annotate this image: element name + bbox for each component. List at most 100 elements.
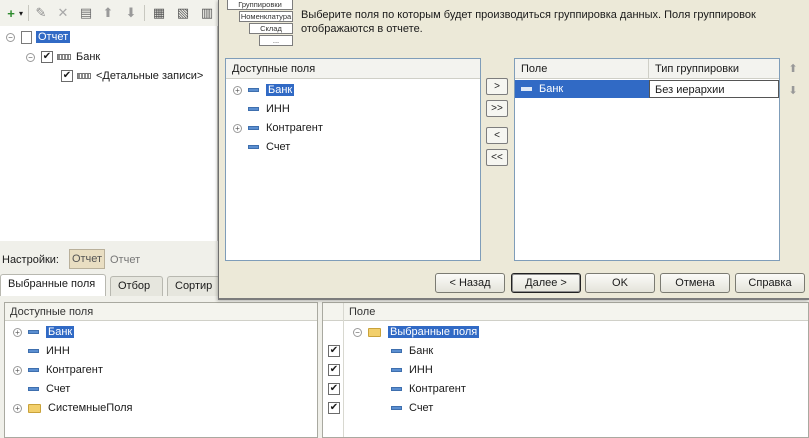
available-fields-panel: Доступные поля + Банк ИНН + Контрагент С… bbox=[4, 302, 318, 438]
folder-icon bbox=[28, 403, 41, 413]
table-row[interactable]: ✔ Счет bbox=[328, 399, 808, 417]
expand-icon[interactable]: + bbox=[233, 123, 242, 133]
collapse-icon[interactable]: − bbox=[6, 32, 15, 42]
field-checkbox[interactable]: ✔ bbox=[328, 383, 340, 395]
expand-icon[interactable]: + bbox=[233, 85, 242, 95]
field-icon bbox=[521, 87, 532, 91]
list-item[interactable]: + СистемныеПоля bbox=[13, 399, 132, 417]
field-icon bbox=[28, 368, 39, 372]
field-label: ИНН bbox=[46, 345, 70, 357]
remove-all-fields-button[interactable]: << bbox=[486, 149, 508, 166]
field-icon bbox=[248, 107, 259, 111]
field-label: ИНН bbox=[266, 103, 290, 115]
illustration-level1: Номенклатура bbox=[239, 11, 293, 22]
tree-node-label: Банк bbox=[76, 51, 101, 63]
tree-node-label: Отчет bbox=[36, 31, 71, 43]
grouping-field-cell[interactable]: Банк bbox=[515, 80, 649, 98]
field-label: СистемныеПоля bbox=[48, 402, 133, 414]
settings-report-button[interactable]: Отчет bbox=[69, 249, 105, 269]
delete-icon[interactable]: ✕ bbox=[54, 4, 72, 22]
list-item[interactable]: + Банк bbox=[13, 323, 75, 341]
field-label: Счет bbox=[409, 402, 434, 414]
field-label: ИНН bbox=[409, 364, 433, 376]
tree-node-detail[interactable]: ✔ <Детальные записи> bbox=[61, 67, 203, 85]
tree-node-group[interactable]: − ✔ Банк bbox=[26, 48, 100, 66]
chevron-down-icon[interactable]: ▾ bbox=[17, 4, 25, 22]
info-text: Выберите поля по которым будет производи… bbox=[301, 9, 756, 35]
list-item[interactable]: ИНН bbox=[248, 100, 290, 118]
tab-sort[interactable]: Сортир bbox=[167, 276, 220, 296]
document-icon bbox=[21, 30, 32, 44]
move-down-icon[interactable]: ⬇ bbox=[786, 84, 800, 98]
list-item[interactable]: Счет bbox=[248, 138, 290, 156]
column-header: Доступные поля bbox=[5, 303, 317, 321]
table-row[interactable]: Банк Без иерархии bbox=[515, 80, 779, 98]
field-label: Счет bbox=[46, 383, 71, 395]
settings-row: Настройки: Отчет Отчет bbox=[0, 247, 218, 271]
field-label: Выбранные поля bbox=[388, 326, 480, 338]
field-checkbox[interactable]: ✔ bbox=[328, 345, 340, 357]
illustration-level2: Склад bbox=[249, 23, 293, 34]
field-checkbox[interactable]: ✔ bbox=[328, 402, 340, 414]
tab-filter[interactable]: Отбор bbox=[110, 276, 163, 296]
checkbox-detail[interactable]: ✔ bbox=[61, 70, 73, 82]
group-type-cell[interactable]: Без иерархии bbox=[649, 80, 779, 98]
grouping-wizard-dialog: Группировки Номенклатура Склад ... Выбер… bbox=[218, 0, 809, 300]
list-item[interactable]: + Контрагент bbox=[233, 119, 323, 137]
back-button[interactable]: < Назад bbox=[435, 273, 505, 293]
table-row[interactable]: ✔ Контрагент bbox=[328, 380, 808, 398]
cancel-button[interactable]: Отмена bbox=[660, 273, 730, 293]
add-all-fields-button[interactable]: >> bbox=[486, 100, 508, 117]
ungroup-icon[interactable]: ▧ bbox=[174, 4, 192, 22]
remove-field-button[interactable]: < bbox=[486, 127, 508, 144]
help-button[interactable]: Справка bbox=[735, 273, 805, 293]
field-icon bbox=[391, 387, 402, 391]
list-item[interactable]: + Банк bbox=[233, 81, 295, 99]
field-icon bbox=[28, 349, 39, 353]
move-up-icon[interactable]: ⬆ bbox=[786, 62, 800, 76]
field-label: Контрагент bbox=[46, 364, 103, 376]
collapse-icon[interactable]: − bbox=[26, 52, 35, 62]
group-icon[interactable]: ▦ bbox=[150, 4, 168, 22]
folder-icon bbox=[368, 327, 381, 337]
toolbar-separator bbox=[28, 5, 29, 21]
settings-label: Настройки: bbox=[2, 254, 59, 266]
expand-icon[interactable]: + bbox=[13, 327, 22, 337]
field-icon bbox=[28, 387, 39, 391]
detail-records-icon bbox=[77, 73, 91, 79]
selected-fields-panel: Поле − Выбранные поля ✔ Банк ✔ ИНН ✔ Кон… bbox=[322, 302, 809, 438]
field-icon bbox=[391, 368, 402, 372]
list-item[interactable]: ИНН bbox=[28, 342, 70, 360]
expand-icon[interactable]: + bbox=[13, 403, 22, 413]
list-item[interactable]: Счет bbox=[28, 380, 70, 398]
table-row[interactable]: ✔ Банк bbox=[328, 342, 808, 360]
illustration-title: Группировки bbox=[227, 0, 293, 10]
field-icon bbox=[391, 349, 402, 353]
column-header-group-type: Тип группировки bbox=[649, 59, 779, 79]
next-button[interactable]: Далее > bbox=[511, 273, 581, 293]
group-level-icon[interactable]: ▥ bbox=[198, 4, 216, 22]
expand-icon[interactable]: + bbox=[13, 365, 22, 375]
move-up-icon[interactable]: ⬆ bbox=[99, 4, 117, 22]
checkbox-group[interactable]: ✔ bbox=[41, 51, 53, 63]
column-header: Поле bbox=[323, 303, 808, 321]
collapse-icon[interactable]: − bbox=[353, 327, 362, 337]
available-fields-list: Доступные поля + Банк ИНН + Контрагент С… bbox=[225, 58, 481, 261]
field-label: Банк bbox=[46, 326, 75, 338]
field-label: Счет bbox=[266, 141, 291, 153]
table-row[interactable]: ✔ ИНН bbox=[328, 361, 808, 379]
grouping-icon bbox=[57, 54, 71, 60]
column-header-field: Поле bbox=[515, 59, 649, 79]
move-down-icon[interactable]: ⬇ bbox=[122, 4, 140, 22]
tree-node-root[interactable]: − Отчет bbox=[6, 28, 71, 46]
field-checkbox[interactable]: ✔ bbox=[328, 364, 340, 376]
edit-icon[interactable]: ✎ bbox=[32, 4, 50, 22]
list-item[interactable]: + Контрагент bbox=[13, 361, 103, 379]
field-label: Банк bbox=[539, 83, 564, 95]
list-item[interactable]: − Выбранные поля bbox=[353, 323, 480, 341]
add-field-button[interactable]: > bbox=[486, 78, 508, 95]
tab-selected-fields[interactable]: Выбранные поля bbox=[0, 274, 106, 296]
properties-icon[interactable]: ▤ bbox=[77, 4, 95, 22]
ok-button[interactable]: OK bbox=[585, 273, 655, 293]
field-label: Банк bbox=[409, 345, 434, 357]
